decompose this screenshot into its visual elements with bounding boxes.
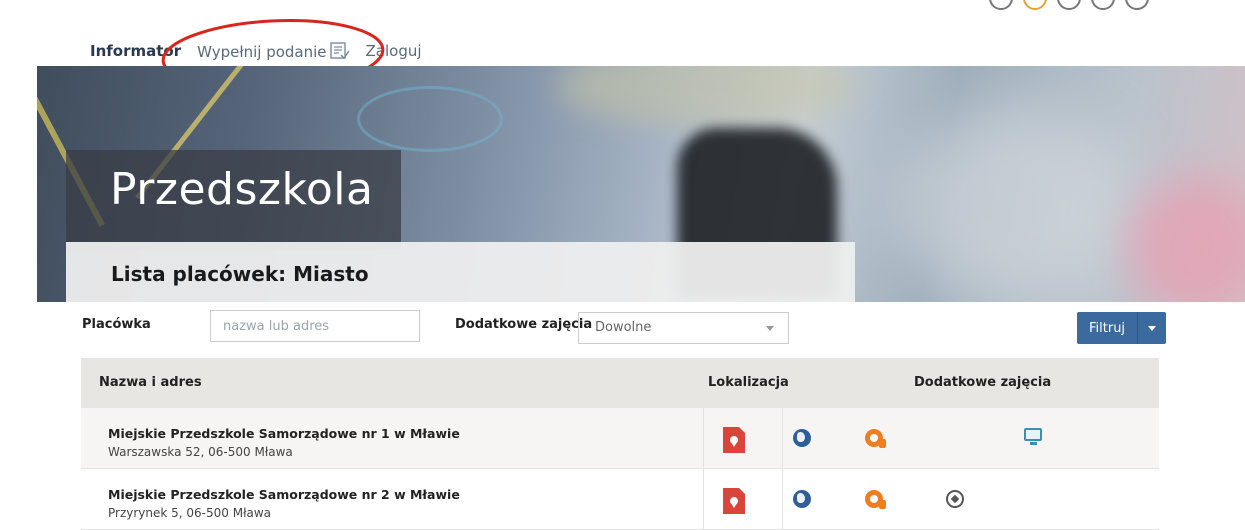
tab-informator[interactable]: Informator bbox=[82, 38, 190, 69]
filter-dropdown-toggle[interactable] bbox=[1137, 312, 1167, 344]
tab-label: Wypełnij podanie bbox=[197, 43, 327, 61]
globe-icon bbox=[793, 429, 811, 447]
tab-label: Informator bbox=[90, 42, 182, 60]
placowki-table: Nazwa i adres Lokalizacja Dodatkowe zaję… bbox=[81, 358, 1159, 530]
top-right-controls bbox=[989, 0, 1149, 10]
chevron-down-icon bbox=[766, 326, 774, 331]
control-circle-icon[interactable] bbox=[1057, 0, 1081, 10]
hero-banner: Przedszkola Lista placówek: Miasto bbox=[37, 66, 1245, 302]
map-pin-icon[interactable] bbox=[721, 425, 747, 455]
placowka-address: Warszawska 52, 06-500 Mława bbox=[108, 445, 293, 459]
control-circle-icon[interactable] bbox=[989, 0, 1013, 10]
header-extra: Dodatkowe zajęcia bbox=[914, 375, 1052, 390]
location-cell bbox=[703, 408, 783, 468]
filter-button[interactable]: Filtruj bbox=[1077, 312, 1138, 344]
filter-button-group: Filtruj bbox=[1077, 312, 1167, 344]
table-row[interactable]: Miejskie Przedszkole Samorządowe nr 2 w … bbox=[81, 469, 1159, 530]
tab-label: Zaloguj bbox=[365, 42, 422, 60]
music-icon bbox=[865, 490, 886, 509]
hero-title-box: Przedszkola bbox=[66, 150, 401, 250]
control-circle-icon[interactable] bbox=[1125, 0, 1149, 10]
music-icon bbox=[865, 429, 886, 448]
header-location: Lokalizacja bbox=[708, 375, 789, 390]
main-nav: Informator Wypełnij podanie Zaloguj bbox=[82, 38, 430, 69]
zajecia-select[interactable]: Dowolne bbox=[578, 312, 789, 344]
globe-icon bbox=[793, 490, 811, 508]
computer-icon bbox=[1024, 428, 1042, 445]
table-row[interactable]: Miejskie Przedszkole Samorządowe nr 1 w … bbox=[81, 408, 1159, 469]
control-circle-icon[interactable] bbox=[1091, 0, 1115, 10]
map-pin-icon[interactable] bbox=[721, 486, 747, 516]
table-header: Nazwa i adres Lokalizacja Dodatkowe zaję… bbox=[81, 358, 1159, 408]
placowka-label: Placówka bbox=[82, 317, 151, 332]
zajecia-selected-value: Dowolne bbox=[595, 320, 652, 335]
form-document-icon bbox=[329, 42, 350, 64]
filter-bar: Placówka Dodatkowe zajęcia Dowolne Filtr… bbox=[0, 310, 1245, 346]
page-title: Przedszkola bbox=[110, 164, 374, 215]
placowka-name[interactable]: Miejskie Przedszkole Samorządowe nr 1 w … bbox=[108, 426, 460, 441]
placowka-name[interactable]: Miejskie Przedszkole Samorządowe nr 2 w … bbox=[108, 487, 460, 502]
placowka-search-input[interactable] bbox=[210, 310, 420, 342]
placowka-address: Przyrynek 5, 06-500 Mława bbox=[108, 506, 272, 520]
header-name: Nazwa i adres bbox=[99, 375, 202, 390]
list-header-box: Lista placówek: Miasto bbox=[66, 242, 855, 302]
control-circle-icon[interactable] bbox=[1023, 0, 1047, 10]
location-cell bbox=[703, 469, 783, 529]
football-icon bbox=[946, 490, 964, 508]
zajecia-label: Dodatkowe zajęcia bbox=[455, 317, 593, 332]
tab-zaloguj[interactable]: Zaloguj bbox=[358, 38, 430, 66]
list-title: Lista placówek: Miasto bbox=[111, 262, 369, 286]
